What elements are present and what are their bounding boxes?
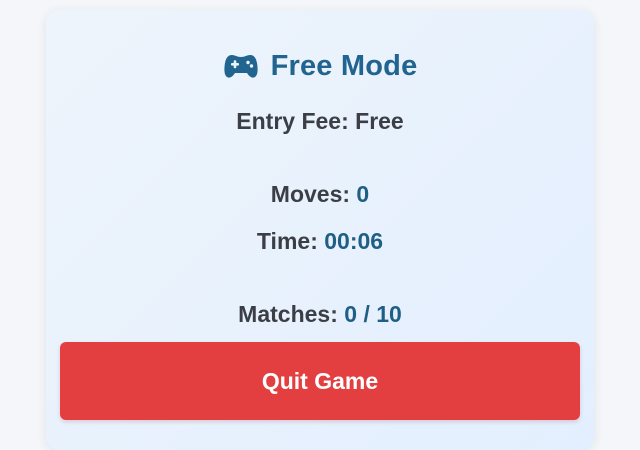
matches-stat: Matches: 0 / 10 [46,301,594,328]
moves-stat: Moves: 0 [46,181,594,208]
quit-game-button[interactable]: Quit Game [60,342,580,420]
mode-title: Free Mode [270,49,418,82]
game-status-card: Free Mode Entry Fee: Free Moves: 0 Time:… [46,10,594,450]
moves-value: 0 [356,181,370,207]
entry-fee: Entry Fee: Free [46,108,594,135]
moves-label: Moves: [270,181,351,207]
mode-header: Free Mode [46,44,594,88]
entry-fee-value: Free [355,108,404,134]
matches-value: 0 / 10 [344,301,402,327]
entry-fee-label: Entry Fee: [236,108,349,134]
time-label: Time: [256,228,318,254]
matches-label: Matches: [238,301,338,327]
time-value: 00:06 [324,228,384,254]
gamepad-icon [223,52,259,80]
time-stat: Time: 00:06 [46,228,594,255]
